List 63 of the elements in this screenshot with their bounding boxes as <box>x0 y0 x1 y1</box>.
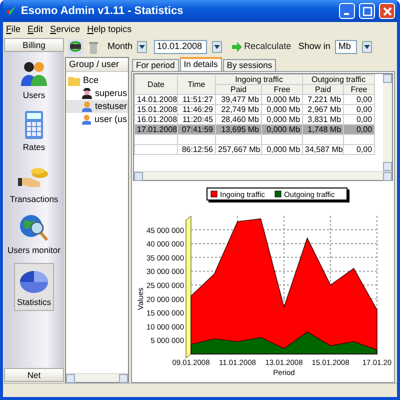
column-group-header: Outgoing traffic <box>302 74 375 84</box>
person-icon <box>82 101 92 112</box>
sidebar-item[interactable]: Statistics <box>14 263 54 311</box>
table-cell: 11:51:27 <box>178 94 216 104</box>
table-cell: 15.01.2008 <box>134 104 178 114</box>
sidebar-item[interactable]: Rates <box>15 108 53 156</box>
billing-button[interactable]: Billing <box>4 38 64 52</box>
total-cell: 0,00 <box>344 144 375 154</box>
table-cell: 2,967 Mb <box>302 104 344 114</box>
net-button[interactable]: Net <box>4 368 64 382</box>
unit-field[interactable]: Mb <box>335 40 358 54</box>
total-cell: 0,000 Mb <box>262 144 303 154</box>
app-icon <box>5 5 17 17</box>
legend-swatch <box>210 190 218 198</box>
arrow-icon <box>232 42 242 52</box>
legend-swatch <box>274 190 282 198</box>
tree-item[interactable]: superus <box>66 87 128 100</box>
total-cell: 34,587 Mb <box>302 144 344 154</box>
table-cell: 11:46:29 <box>178 104 216 114</box>
menu-item[interactable]: Help topics <box>87 22 132 36</box>
spy-person-icon <box>82 88 92 100</box>
tab[interactable]: By sessions <box>222 59 276 71</box>
table-cell: 7,221 Mb <box>302 94 344 104</box>
table-cell: 0,000 Mb <box>262 104 303 114</box>
table-cell: 22,749 Mb <box>216 104 262 114</box>
maximize-icon <box>362 6 372 16</box>
period-select[interactable]: Month <box>108 40 133 54</box>
tree-item[interactable]: Все <box>66 74 128 88</box>
column-header: Group / user <box>69 58 120 71</box>
tree-item[interactable]: testuser <box>66 100 128 114</box>
tab[interactable]: In details <box>180 57 222 71</box>
window-title: Esomo Admin v1.11 - Statistics <box>21 4 184 19</box>
tab[interactable]: For period <box>132 59 179 71</box>
tree-item[interactable]: user (us <box>66 113 128 126</box>
menu-item[interactable]: Edit <box>28 22 44 36</box>
person-icon <box>82 114 92 126</box>
table-cell: 39,477 Mb <box>216 94 262 104</box>
table-cell: 14.01.2008 <box>134 94 178 104</box>
total-cell: 86:12:56 <box>178 144 216 154</box>
show-in-label: Show in <box>298 40 330 54</box>
sidebar-item[interactable]: Transactions <box>6 160 62 208</box>
table-cell: 17.01.2008 <box>134 124 178 134</box>
menu-item[interactable]: Service <box>50 22 80 36</box>
close-icon <box>382 6 392 16</box>
refresh-button[interactable] <box>67 38 84 56</box>
menu-item[interactable]: File <box>6 22 21 36</box>
table-cell: 0,00 <box>344 104 375 114</box>
close-button[interactable] <box>379 3 395 19</box>
column-header[interactable]: Time <box>178 74 216 94</box>
total-cell: 257,667 Mb <box>216 144 262 154</box>
minimize-button[interactable] <box>339 3 355 19</box>
maximize-button[interactable] <box>359 3 375 19</box>
table-cell: 0,00 <box>344 94 375 104</box>
globe-magnifier-icon <box>18 213 50 244</box>
column-header[interactable]: Date <box>134 74 178 94</box>
recalculate-button[interactable]: Recalculate <box>232 40 292 54</box>
column-group-header: Ingoing traffic <box>216 74 303 84</box>
trash-icon[interactable] <box>89 40 98 54</box>
sidebar-item[interactable]: Users monitor <box>4 211 64 259</box>
sidebar-item[interactable]: Users <box>15 56 53 104</box>
folder-icon <box>68 76 80 86</box>
table-cell: 0,000 Mb <box>262 94 303 104</box>
date-field[interactable]: 10.01.2008 <box>154 40 208 54</box>
